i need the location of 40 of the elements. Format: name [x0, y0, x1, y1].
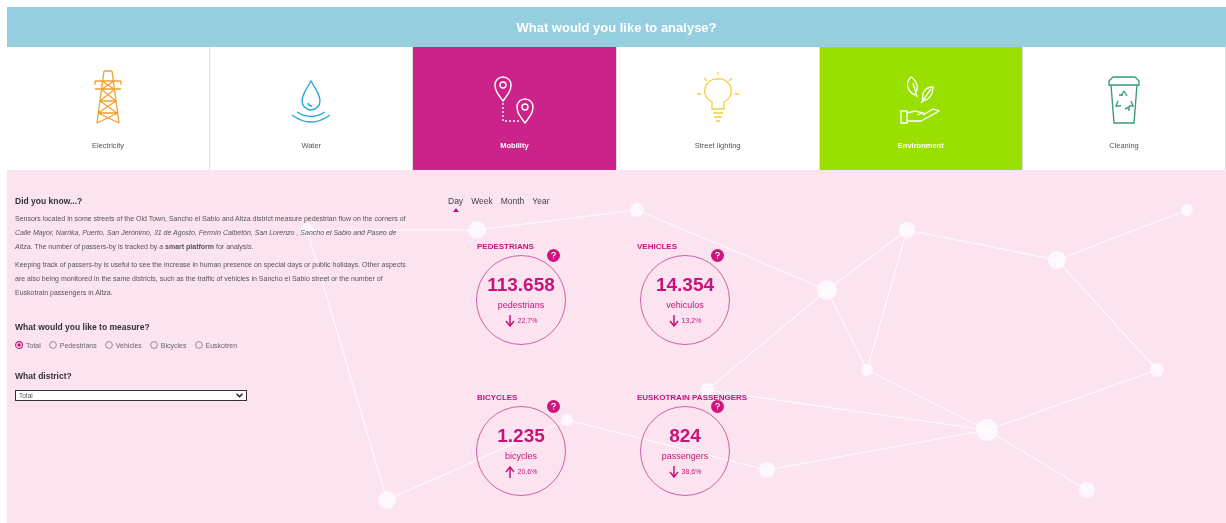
hand-with-leaves-icon	[898, 75, 943, 125]
help-icon[interactable]	[711, 249, 724, 262]
stat-value: 14.354	[655, 273, 715, 296]
help-icon[interactable]	[711, 400, 724, 413]
help-icon[interactable]	[547, 249, 560, 262]
section-heading: What would you like to measure?	[15, 322, 151, 332]
down-arrow-icon	[668, 465, 679, 478]
section-heading: Did you know...?	[15, 196, 84, 206]
down-arrow-icon	[668, 314, 679, 327]
help-icon[interactable]	[547, 400, 560, 413]
stat-unit: bicycles	[505, 450, 537, 461]
map-pins-icon	[493, 75, 536, 125]
stat-unit: vehiculos	[666, 299, 704, 310]
page-title: What would you like to analyse?	[7, 7, 1226, 47]
section-heading: What district?	[15, 371, 73, 381]
down-arrow-icon	[504, 314, 515, 327]
period-tab[interactable]: Day	[448, 196, 464, 212]
up-arrow-icon	[504, 465, 515, 478]
period-tab[interactable]: Month	[500, 196, 525, 212]
radio-icon[interactable]	[104, 341, 113, 349]
stat-value: 1.235	[497, 424, 545, 447]
pylon-icon	[93, 69, 124, 125]
stat-unit: passengers	[661, 450, 709, 461]
radio-icon[interactable]	[15, 341, 23, 349]
chevron-down-icon	[236, 393, 243, 398]
radio-icon[interactable]	[48, 341, 57, 349]
stat-value: 824	[669, 424, 701, 447]
recycling-bin-icon	[1106, 75, 1141, 125]
water-drop-icon	[291, 79, 332, 125]
period-tab[interactable]: Week	[471, 196, 493, 212]
radio-icon[interactable]	[149, 341, 158, 349]
stat-title: EUSKOTRAIN PASSENGERS	[637, 393, 748, 402]
radio-icon[interactable]	[194, 341, 203, 349]
stat-title: PEDESTRIANS	[477, 242, 534, 251]
light-bulb-icon	[695, 71, 740, 125]
stat-title: BICYCLES	[477, 393, 518, 402]
period-tab[interactable]: Year	[532, 196, 550, 212]
stat-title: VEHICLES	[637, 242, 677, 251]
stat-value: 113.658	[487, 273, 555, 296]
stat-unit: pedestrians	[497, 299, 545, 310]
